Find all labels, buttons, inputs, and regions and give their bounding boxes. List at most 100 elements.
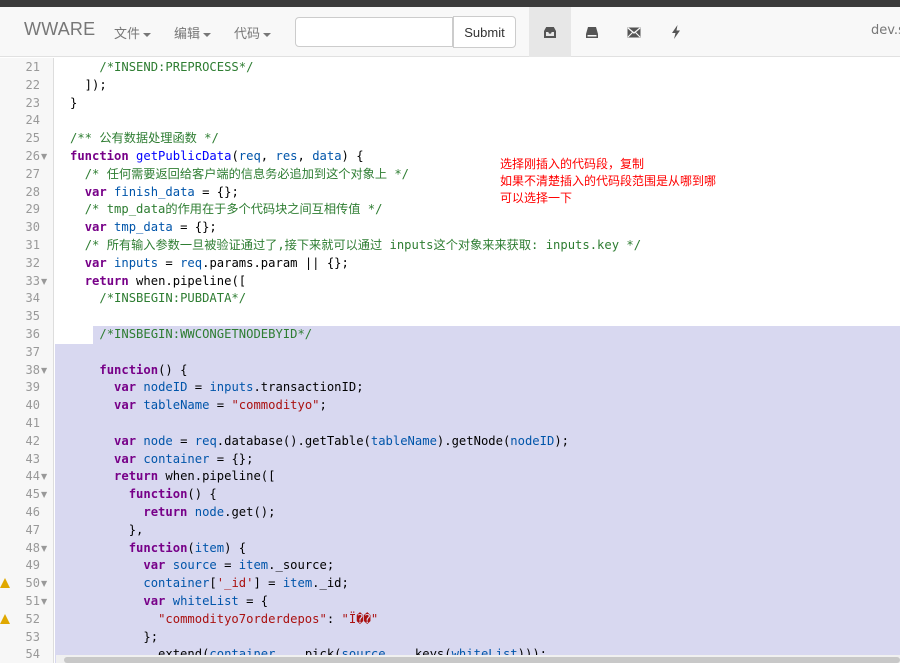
line-number: 33 [25, 273, 40, 288]
envelope-button[interactable] [613, 7, 655, 57]
code-token: tableName [143, 398, 210, 413]
line-number: 22 [25, 77, 40, 92]
fold-arrow-icon[interactable]: ▼ [41, 593, 47, 611]
code-line[interactable]: 34 /*INSBEGIN:PUBDATA*/ [0, 290, 900, 308]
code-line[interactable]: 21 /*INSEND:PREPROCESS*/ [0, 59, 900, 77]
code-line[interactable]: 38 ▼ function() { [0, 362, 900, 380]
fold-arrow-icon[interactable]: ▼ [41, 575, 47, 593]
fold-arrow-icon[interactable]: ▼ [41, 486, 47, 504]
code-line[interactable]: 40 var tableName = "commodityo"; [0, 397, 900, 415]
code-token: req [180, 255, 203, 270]
code-token: function [128, 540, 188, 555]
code-line[interactable]: 48 ▼ function(item) { [0, 540, 900, 558]
line-number: 26 [25, 149, 40, 163]
brand-logo[interactable]: WWARE [24, 19, 95, 40]
code-token: var [84, 255, 107, 270]
inbox-button[interactable] [529, 7, 571, 57]
code-token: , [260, 149, 276, 163]
code-line[interactable]: 43 var container = {}; [0, 451, 900, 469]
code-token: var [84, 220, 107, 235]
code-line[interactable]: 29 /* tmp_data的作用在于多个代码块之间互相传值 */ [0, 201, 900, 219]
fold-arrow-icon[interactable]: ▼ [41, 540, 47, 558]
line-number: 41 [25, 416, 40, 430]
code-text: var finish_data = {}; [70, 184, 239, 202]
code-token: } [70, 95, 78, 110]
code-text: function getPublicData(req, res, data) { [70, 148, 364, 166]
code-line[interactable]: 41 [0, 415, 900, 433]
code-line[interactable]: 44 ▼ return when.pipeline([ [0, 468, 900, 486]
bolt-button[interactable] [655, 7, 697, 57]
warning-icon[interactable] [0, 613, 10, 624]
code-text: /*INSBEGIN:PUBDATA*/ [70, 290, 246, 308]
code-line[interactable]: 51 ▼ var whiteList = { [0, 593, 900, 611]
code-line[interactable]: 30 var tmp_data = {}; [0, 219, 900, 237]
chevron-down-icon [203, 32, 212, 37]
code-line[interactable]: 37 [0, 344, 900, 362]
code-token: }; [70, 629, 159, 644]
host-label: dev.s [871, 23, 900, 38]
line-number: 34 [25, 291, 40, 306]
code-token: ._source; [268, 558, 335, 573]
code-line[interactable]: 32 var inputs = req.params.param || {}; [0, 255, 900, 273]
code-line[interactable]: 45 ▼ function() { [0, 486, 900, 504]
code-token: .params.param || {}; [202, 255, 349, 270]
code-line[interactable]: 23} [0, 95, 900, 113]
code-token: node [194, 505, 225, 519]
submit-button[interactable]: Submit [453, 16, 516, 48]
fold-arrow-icon[interactable]: ▼ [41, 362, 47, 380]
line-number: 37 [25, 344, 40, 359]
menu-file-label: 文件 [114, 27, 141, 42]
code-token: = [209, 398, 232, 413]
code-line[interactable]: 53 }; [0, 629, 900, 647]
line-number: 51 [25, 594, 40, 608]
code-text: return node.get(); [70, 504, 275, 522]
line-number: 44 [25, 469, 40, 484]
code-line[interactable]: 36 /*INSBEGIN:WWCONGETNODEBYID*/ [0, 326, 900, 344]
code-token: return [143, 505, 188, 519]
annotation-line: 选择刚插入的代码段，复制 [500, 157, 645, 171]
code-line[interactable]: 42 var node = req.database().getTable(ta… [0, 433, 900, 451]
code-line[interactable]: 28 var finish_data = {}; [0, 184, 900, 202]
line-number: 32 [25, 255, 40, 270]
code-token: }, [70, 522, 144, 537]
code-line[interactable]: 52 "commodityo7orderdepos": "Ï��" [0, 611, 900, 629]
menu-file[interactable]: 文件 [114, 23, 152, 42]
code-line[interactable]: 47 }, [0, 522, 900, 540]
search-input[interactable] [295, 17, 453, 47]
code-text: }; [70, 629, 158, 647]
code-token: "Ï��" [341, 611, 379, 626]
code-line[interactable]: 25 /** 公有数据处理函数 */ [0, 130, 900, 148]
menu-edit[interactable]: 编辑 [174, 23, 212, 42]
code-line[interactable]: 35 [0, 308, 900, 326]
code-line[interactable]: 31 /* 所有输入参数一旦被验证通过了,接下来就可以通过 inputs这个对象… [0, 237, 900, 255]
fold-arrow-icon[interactable]: ▼ [41, 148, 47, 166]
scrollbar-thumb[interactable] [64, 657, 900, 663]
code-token: = [172, 433, 195, 448]
code-line[interactable]: 46 return node.get(); [0, 504, 900, 522]
code-line[interactable]: 50 ▼ container['_id'] = item._id; [0, 575, 900, 593]
code-line[interactable]: 33 ▼ return when.pipeline([ [0, 273, 900, 291]
code-line[interactable]: 49 var source = item._source; [0, 557, 900, 575]
envelope-icon [627, 27, 641, 37]
code-editor[interactable]: 21 /*INSEND:PREPROCESS*/22 ]); 23} 24 25/**… [0, 58, 900, 663]
warning-icon[interactable] [0, 578, 10, 589]
code-line[interactable]: 26 ▼ function getPublicData(req, res, data… [0, 148, 900, 166]
hdd-button[interactable] [571, 7, 613, 57]
menu-code[interactable]: 代码 [234, 23, 272, 42]
code-line[interactable]: 22 ]); [0, 77, 900, 95]
fold-arrow-icon[interactable]: ▼ [41, 468, 47, 486]
line-number: 25 [25, 131, 40, 146]
code-text: /* 所有输入参数一旦被验证通过了,接下来就可以通过 inputs这个对象来来获… [70, 237, 641, 255]
code-line[interactable]: 24 [0, 112, 900, 130]
code-token: var [114, 433, 137, 448]
code-token: .get(); [224, 505, 276, 519]
code-line[interactable]: 39 var nodeID = inputs.transactionID; [0, 379, 900, 397]
fold-arrow-icon[interactable]: ▼ [41, 273, 47, 291]
code-token: function [99, 362, 159, 377]
code-line[interactable]: 27 /* 任何需要返回给客户端的信息务必追加到这个对象上 */ [0, 166, 900, 184]
